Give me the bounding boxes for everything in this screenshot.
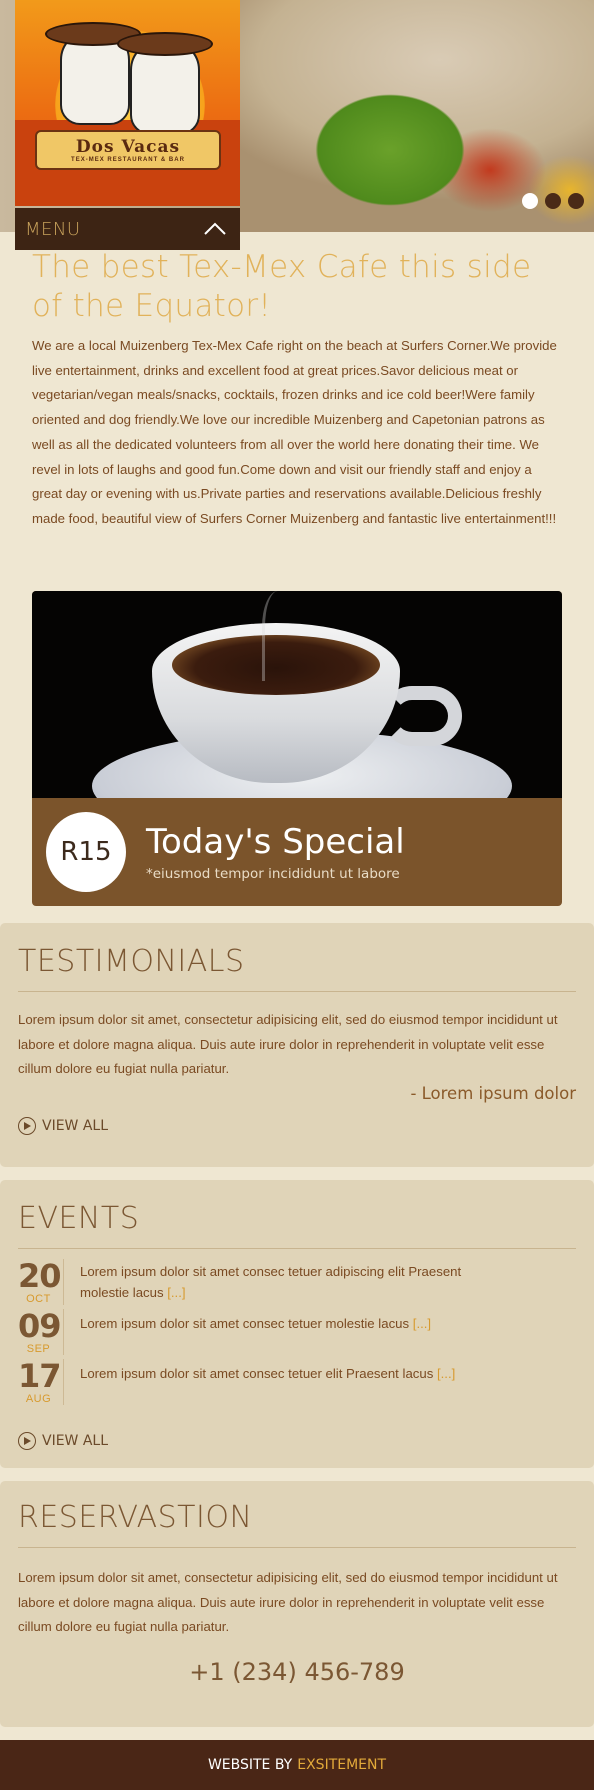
event-item[interactable]: 17 AUG Lorem ipsum dolor sit amet consec… xyxy=(18,1359,576,1405)
logo-name: Dos Vacas xyxy=(75,137,181,157)
event-text: Lorem ipsum dolor sit amet consec tetuer… xyxy=(80,1309,480,1355)
price-badge: R15 xyxy=(46,812,126,892)
special-info-bar: R15 Today's Special *eiusmod tempor inci… xyxy=(32,798,562,906)
event-more-link[interactable]: [...] xyxy=(437,1366,455,1381)
special-title: Today's Special xyxy=(146,822,405,862)
footer-brand-link[interactable]: EXSITEMENT xyxy=(297,1757,386,1773)
todays-special-card[interactable]: R15 Today's Special *eiusmod tempor inci… xyxy=(32,591,562,906)
menu-label: MENU xyxy=(25,218,81,240)
special-text: Today's Special *eiusmod tempor incididu… xyxy=(146,822,405,882)
event-item[interactable]: 09 SEP Lorem ipsum dolor sit amet consec… xyxy=(18,1309,576,1355)
play-circle-icon xyxy=(18,1432,36,1450)
event-more-link[interactable]: [...] xyxy=(167,1285,185,1300)
divider xyxy=(18,1248,576,1249)
event-day: 20 xyxy=(18,1257,62,1295)
event-description: Lorem ipsum dolor sit amet consec tetuer… xyxy=(80,1264,462,1300)
view-all-label: VIEW ALL xyxy=(42,1433,109,1449)
divider xyxy=(18,991,576,992)
intro-text: We are a local Muizenberg Tex-Mex Cafe r… xyxy=(32,338,557,526)
logo-sombrero-right xyxy=(117,32,213,56)
event-text: Lorem ipsum dolor sit amet consec tetuer… xyxy=(80,1259,480,1305)
events-view-all-link[interactable]: VIEW ALL xyxy=(18,1432,108,1450)
event-description: Lorem ipsum dolor sit amet consec tetuer… xyxy=(80,1366,434,1381)
coffee-cup-image xyxy=(32,591,562,798)
event-text: Lorem ipsum dolor sit amet consec tetuer… xyxy=(80,1359,480,1405)
testimonials-title: TESTIMONIALS xyxy=(18,944,245,979)
events-panel: EVENTS 20 OCT Lorem ipsum dolor sit amet… xyxy=(0,1180,594,1468)
chevron-up-icon xyxy=(204,222,226,236)
logo[interactable]: Dos Vacas TEX-MEX RESTAURANT & BAR xyxy=(15,0,240,206)
logo-banner: Dos Vacas TEX-MEX RESTAURANT & BAR xyxy=(35,130,221,170)
slider-dot-1[interactable] xyxy=(522,193,538,209)
intro-title: The best Tex-Mex Cafe this side of the E… xyxy=(32,249,532,324)
testimonials-view-all-link[interactable]: VIEW ALL xyxy=(18,1117,576,1136)
testimonials-panel: TESTIMONIALS Lorem ipsum dolor sit amet,… xyxy=(0,923,594,1167)
logo-tagline: TEX-MEX RESTAURANT & BAR xyxy=(71,157,185,163)
intro-section: The best Tex-Mex Cafe this side of the E… xyxy=(32,248,562,532)
slider-dot-2[interactable] xyxy=(545,193,561,209)
footer-prefix: WEBSITE BY xyxy=(207,1757,293,1773)
slider-dots xyxy=(522,193,584,209)
steam-shape xyxy=(262,591,302,681)
reservation-title: RESERVASTION xyxy=(18,1500,253,1535)
divider xyxy=(18,1547,576,1548)
event-day: 09 xyxy=(18,1307,62,1345)
event-date: 20 OCT xyxy=(18,1259,64,1305)
event-date: 17 AUG xyxy=(18,1359,64,1405)
testimonial-author: - Lorem ipsum dolor xyxy=(410,1084,576,1104)
play-circle-icon xyxy=(18,1117,36,1136)
event-description: Lorem ipsum dolor sit amet consec tetuer… xyxy=(80,1316,410,1331)
phone-number-link[interactable]: +1 (234) 456-789 xyxy=(18,1658,576,1686)
reservation-text: Lorem ipsum dolor sit amet, consectetur … xyxy=(18,1570,558,1635)
event-more-link[interactable]: [...] xyxy=(413,1316,431,1331)
reservation-panel: RESERVASTION Lorem ipsum dolor sit amet,… xyxy=(0,1481,594,1727)
special-subtitle: *eiusmod tempor incididunt ut labore xyxy=(146,866,400,882)
menu-toggle[interactable]: MENU xyxy=(15,208,240,250)
footer: WEBSITE BY EXSITEMENT xyxy=(0,1740,594,1790)
event-date: 09 SEP xyxy=(18,1309,64,1355)
testimonial-text: Lorem ipsum dolor sit amet, consectetur … xyxy=(18,1012,558,1077)
slider-dot-3[interactable] xyxy=(568,193,584,209)
event-item[interactable]: 20 OCT Lorem ipsum dolor sit amet consec… xyxy=(18,1259,576,1305)
view-all-label: VIEW ALL xyxy=(42,1118,109,1135)
event-day: 17 xyxy=(18,1357,62,1395)
page: Dos Vacas TEX-MEX RESTAURANT & BAR MENU … xyxy=(0,0,594,1790)
events-title: EVENTS xyxy=(18,1201,140,1236)
